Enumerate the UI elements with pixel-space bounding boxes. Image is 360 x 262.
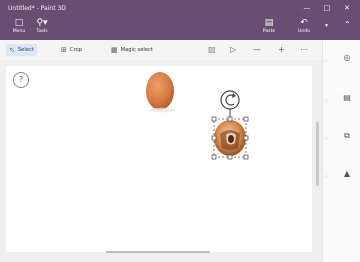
vertical-scrollbar[interactable] <box>316 122 319 186</box>
side-panel <box>322 40 360 262</box>
layers-icon[interactable]: ▤ <box>341 92 353 104</box>
copy-icon[interactable]: ⧉ <box>341 130 353 142</box>
selected-3d-object[interactable] <box>214 120 246 156</box>
side-chevron-1: ‹ <box>325 58 327 64</box>
side-chevron-2: ‹ <box>325 98 327 104</box>
egg-object[interactable] <box>146 72 175 113</box>
canvas-objects <box>146 72 249 160</box>
rotate-handle[interactable] <box>220 90 240 119</box>
horizontal-scrollbar[interactable] <box>106 251 210 253</box>
3d-view-icon[interactable]: ◎ <box>341 52 353 64</box>
side-chevron-3: ‹ <box>325 136 327 142</box>
side-chevron-4: ‹ <box>325 174 327 180</box>
3d-shapes-icon[interactable]: ▲ <box>341 168 353 180</box>
